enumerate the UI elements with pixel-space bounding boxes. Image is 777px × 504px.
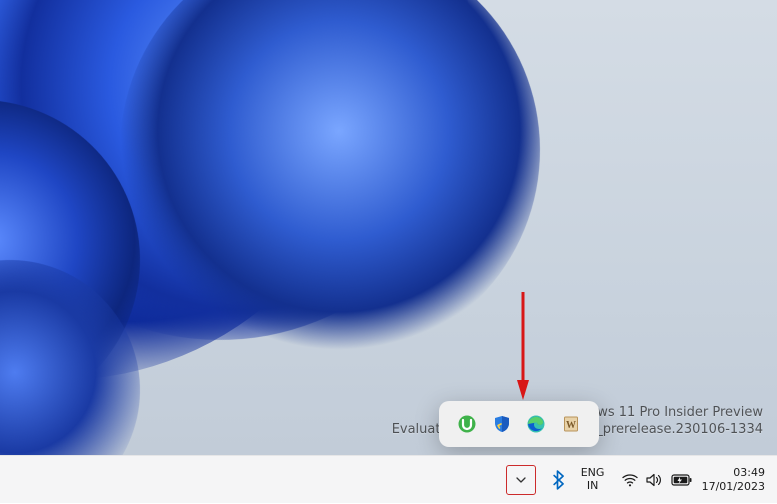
tray-overflow-chevron[interactable] xyxy=(506,465,536,495)
clock[interactable]: 03:49 17/01/2023 xyxy=(702,466,769,494)
edge-icon[interactable] xyxy=(523,411,549,437)
language-indicator[interactable]: ENG IN xyxy=(576,467,610,492)
quick-settings-button[interactable] xyxy=(614,472,700,488)
clock-date: 17/01/2023 xyxy=(702,480,765,494)
bluetooth-tray-icon[interactable] xyxy=(544,466,572,494)
clock-time: 03:49 xyxy=(702,466,765,480)
defender-icon[interactable] xyxy=(489,411,515,437)
battery-icon xyxy=(671,473,692,487)
chevron-down-icon xyxy=(515,474,527,486)
language-region: IN xyxy=(576,480,610,493)
utorrent-icon[interactable] xyxy=(454,411,480,437)
bloom-wallpaper xyxy=(0,0,777,455)
wifi-icon xyxy=(622,472,638,488)
tray-overflow-flyout[interactable]: W xyxy=(439,401,599,447)
svg-text:W: W xyxy=(566,420,576,431)
desktop-wallpaper[interactable]: Windows 11 Pro Insider Preview Evaluatio… xyxy=(0,0,777,455)
system-tray: ENG IN 03:49 17/01/2023 xyxy=(506,456,769,504)
volume-icon xyxy=(646,472,663,488)
taskbar: ENG IN 03:49 17/01/2023 xyxy=(0,455,777,503)
bluetooth-icon xyxy=(550,470,565,490)
wordweb-icon[interactable]: W xyxy=(558,411,584,437)
